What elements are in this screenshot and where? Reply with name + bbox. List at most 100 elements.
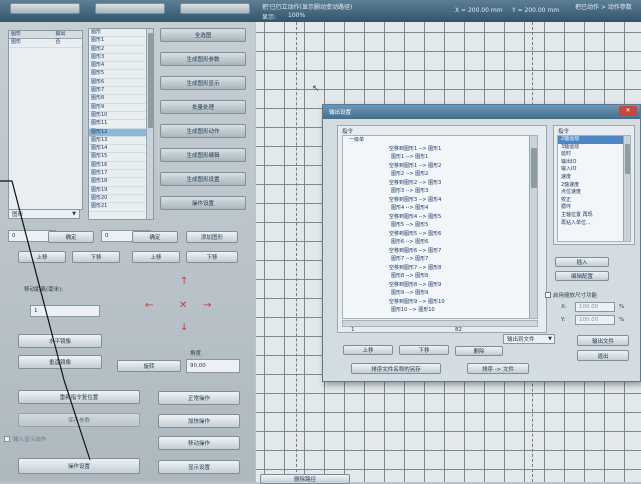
instruction-item[interactable]: 空移到图形1 --> 图形1 (343, 145, 537, 154)
arrow-left-icon[interactable]: ← (145, 300, 153, 311)
move-distance-input[interactable]: 1 (30, 305, 100, 317)
scrollbar-thumb[interactable] (625, 144, 630, 174)
table-row[interactable]: 图形 否 (9, 39, 82, 48)
horizontal-mirror-button[interactable]: 水平镜像 (18, 334, 102, 348)
instruction-item[interactable]: 空移到图形8 --> 图形9 (343, 281, 537, 290)
reset-position-button[interactable]: 重新指令复位置 (18, 390, 140, 404)
move-up-button-2[interactable]: 上移 (132, 251, 180, 263)
arrow-up-icon[interactable]: ↑ (180, 276, 188, 287)
confirm-button-2[interactable]: 确定 (132, 231, 178, 243)
dialog-move-down-button[interactable]: 下移 (399, 345, 449, 355)
list-item[interactable]: 图形20 (89, 195, 147, 204)
command-item[interactable]: 主轴位置 再现 (558, 212, 630, 220)
toolbar-tab-1[interactable] (10, 3, 80, 14)
instruction-item[interactable]: 图形4 --> 图形4 (343, 204, 537, 213)
instruction-item[interactable]: 图形2 --> 图形2 (343, 170, 537, 179)
vertical-mirror-button[interactable]: 垂直镜像 (18, 355, 102, 369)
list-item[interactable]: 图形12 (89, 128, 147, 137)
instruction-item[interactable]: 空移到图形9 --> 图形10 (343, 298, 537, 307)
instruction-item[interactable]: 图形5 --> 图形5 (343, 221, 537, 230)
normal-operation-button[interactable]: 正常操作 (158, 391, 240, 405)
command-item[interactable]: 速度 (558, 174, 630, 182)
instruction-item[interactable]: 空移到图形1 --> 图形2 (343, 162, 537, 171)
operate-settings-button[interactable]: 操作设置 (18, 458, 140, 474)
command-item[interactable]: 点位速度 (558, 189, 630, 197)
list-item[interactable]: 图形11 (89, 120, 147, 129)
speed-operation-button[interactable]: 加快操作 (158, 414, 240, 428)
command-item[interactable]: 再钻入单位... (558, 220, 630, 228)
edit-config-button[interactable]: 编辑配置 (555, 271, 609, 281)
dialog-move-up-button[interactable]: 上移 (343, 345, 393, 355)
scrollbar-thumb[interactable] (531, 148, 537, 188)
instruction-item[interactable]: 图形7 --> 图形7 (343, 255, 537, 264)
command-item[interactable]: 输入IO (558, 166, 630, 174)
scrollbar-thumb[interactable] (148, 33, 153, 128)
instruction-item[interactable]: 图形8 --> 图形8 (343, 272, 537, 281)
display-settings-button[interactable]: 显示设置 (158, 460, 240, 474)
side-action-button[interactable]: 生成图形参数 (160, 52, 246, 66)
list-item[interactable]: 图形19 (89, 187, 147, 195)
instruction-item[interactable]: 图形10 --> 图形10 (343, 306, 537, 315)
rotate-angle-input[interactable]: 90.00 (186, 359, 240, 373)
list-item[interactable]: 图形8 (89, 95, 147, 104)
column-header-graphic[interactable]: 图形 (9, 31, 54, 38)
list-item[interactable]: 图形16 (89, 162, 147, 171)
list-item[interactable]: 图形9 (89, 104, 147, 112)
column-header-output[interactable]: 输出 (54, 31, 82, 38)
output-target-combo[interactable]: 输出到文件 ▼ (503, 334, 555, 344)
list-item[interactable]: 图形6 (89, 79, 147, 88)
list-item[interactable]: 图形2 (89, 46, 147, 54)
instruction-item[interactable]: 图形9 --> 图形9 (343, 289, 537, 298)
delete-path-button[interactable]: 删除路径 (260, 474, 350, 484)
sort-to-file-button[interactable]: 排序 -> 文件 (467, 363, 529, 374)
graphic-combo[interactable]: 图形 ▼ (8, 209, 80, 219)
side-action-button[interactable]: 操作设置 (160, 196, 246, 210)
side-action-button[interactable]: 生成图形动作 (160, 124, 246, 138)
scale-x-input[interactable]: 100.00 (575, 302, 615, 312)
list-item[interactable]: 图形5 (89, 70, 147, 79)
list-item[interactable]: 图形15 (89, 153, 147, 162)
command-scrollbar[interactable] (623, 136, 630, 241)
instruction-hscrollbar[interactable] (342, 320, 538, 327)
side-action-button[interactable]: 批量处理 (160, 100, 246, 114)
graphic-output-list[interactable]: 图形 输出 图形 否 (8, 30, 83, 210)
side-action-button[interactable]: 全选图 (160, 28, 246, 42)
instruction-item[interactable]: 空移到图形4 --> 图形5 (343, 213, 537, 222)
move-operation-button[interactable]: 移动操作 (158, 436, 240, 450)
instruction-item[interactable]: 空移到图形5 --> 图形6 (343, 230, 537, 239)
side-action-button[interactable]: 生成图形显示 (160, 76, 246, 90)
move-down-button-2[interactable]: 下移 (186, 251, 238, 263)
scale-size-checkbox[interactable] (545, 292, 551, 298)
insert-button[interactable]: 插入 (555, 257, 609, 267)
scale-y-input[interactable]: 100.00 (575, 315, 615, 325)
confirm-button-1[interactable]: 确定 (48, 231, 94, 243)
instruction-item[interactable]: 空移到图形7 --> 图形8 (343, 264, 537, 273)
rotate-button[interactable]: 旋转 (117, 360, 181, 372)
list-item[interactable]: 图形1 (89, 37, 147, 46)
command-item[interactable]: 延时 (558, 151, 630, 159)
toolbar-tab-2[interactable] (95, 3, 165, 14)
instruction-item[interactable]: 空移到图形6 --> 图形7 (343, 247, 537, 256)
dialog-close-icon[interactable]: ✕ (619, 106, 637, 116)
list-item[interactable]: 图形13 (89, 137, 147, 146)
output-file-button[interactable]: 输出文件 (577, 335, 629, 346)
move-up-button-1[interactable]: 上移 (18, 251, 66, 263)
arrow-down-icon[interactable]: ↓ (180, 322, 188, 333)
show-action-checkbox[interactable] (4, 436, 10, 442)
toolbar-tab-3[interactable] (180, 3, 250, 14)
arrow-right-icon[interactable]: → (203, 300, 211, 311)
side-action-button[interactable]: 生成图形编辑 (160, 148, 246, 162)
instruction-scrollbar[interactable] (529, 136, 537, 318)
graphic-list[interactable]: 图形 图形1 图形2 图形3 图形4 图形5 图形6 图形7 图形8 图形9 图形10 图形11 图形1… (88, 28, 154, 220)
instruction-item[interactable]: 空移到图形2 --> 图形3 (343, 179, 537, 188)
instruction-item[interactable]: 空移到图形3 --> 图形4 (343, 196, 537, 205)
instruction-item[interactable]: 图形3 --> 图形3 (343, 187, 537, 196)
graphic-list-scrollbar[interactable] (146, 29, 153, 219)
list-item[interactable]: 图形3 (89, 54, 147, 63)
list-item[interactable]: 图形21 (89, 203, 147, 212)
instruction-item[interactable]: 图形1 --> 图形1 (343, 153, 537, 162)
instruction-tree[interactable]: 一级单 空移到图形1 --> 图形1 图形1 --> 图形1 空移到图形1 --> … (342, 135, 538, 319)
center-cross-icon[interactable]: ✕ (179, 300, 187, 311)
tree-root[interactable]: 一级单 (343, 136, 537, 145)
add-graphic-button[interactable]: 添加图形 (186, 231, 238, 243)
